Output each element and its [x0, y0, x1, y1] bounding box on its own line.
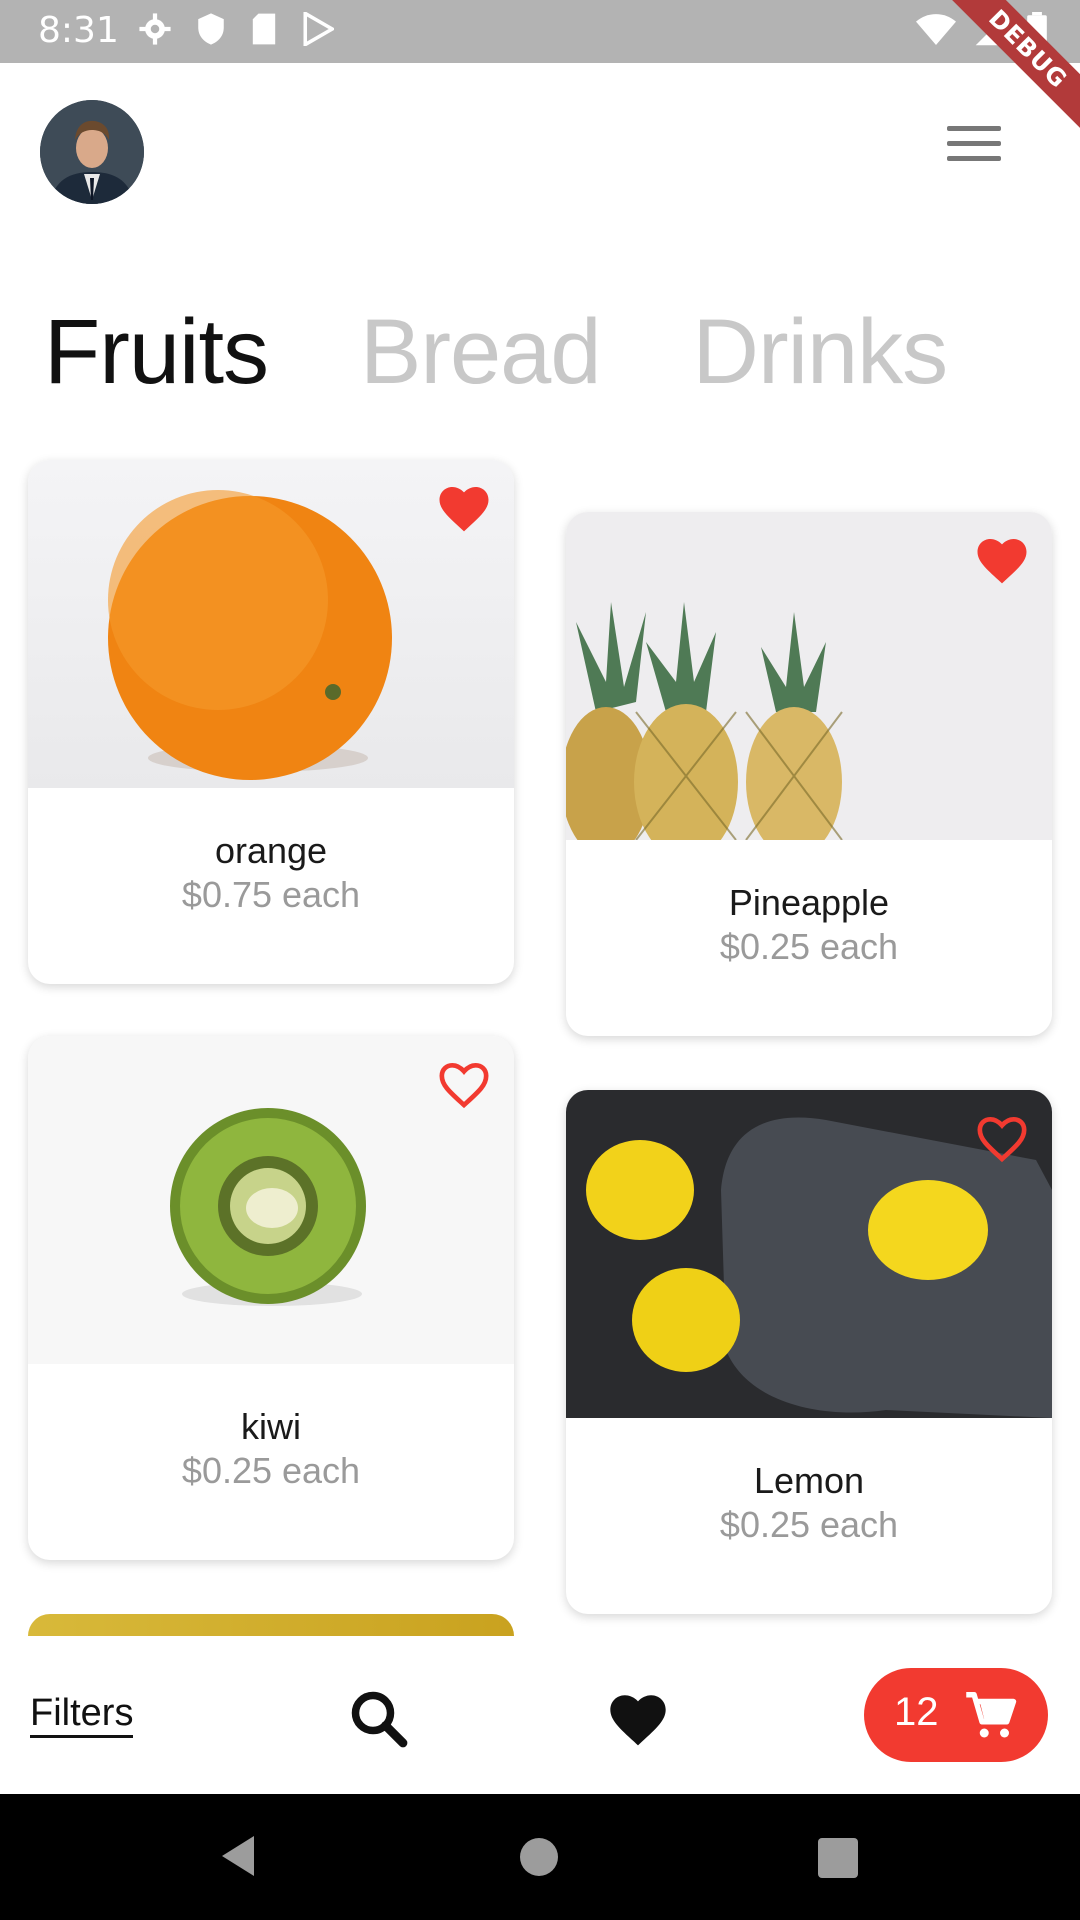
product-card-kiwi[interactable]: kiwi $0.25 each [28, 1036, 514, 1560]
wifi-icon [916, 14, 956, 45]
bottom-bar: Filters 12 [0, 1636, 1080, 1794]
product-info: orange $0.75 each [28, 788, 514, 984]
tab-drinks[interactable]: Drinks [693, 300, 949, 405]
cart-button[interactable]: 12 [864, 1668, 1048, 1762]
product-price: $0.25 each [719, 926, 899, 967]
product-info: Pineapple $0.25 each [566, 840, 1052, 1036]
product-card-orange[interactable]: orange $0.75 each [28, 460, 514, 984]
play-store-icon [303, 12, 334, 46]
product-name: Pineapple [728, 882, 890, 923]
favorite-heart-icon[interactable] [436, 482, 492, 534]
search-icon[interactable] [348, 1688, 408, 1748]
avatar-portrait [40, 100, 144, 204]
recent-apps-icon[interactable] [818, 1838, 858, 1878]
product-image-orange [28, 460, 514, 788]
favorite-heart-outline-icon[interactable] [436, 1058, 492, 1110]
product-price: $0.25 each [181, 1450, 361, 1491]
product-name: kiwi [241, 1406, 301, 1447]
status-time: 8:31 [38, 10, 119, 51]
favorites-heart-icon[interactable] [606, 1690, 670, 1748]
shopping-cart-icon [966, 1692, 1017, 1738]
back-icon[interactable] [218, 1834, 258, 1878]
product-image-lemon [566, 1090, 1052, 1418]
sd-card-icon [252, 13, 276, 45]
product-card-lemon[interactable]: Lemon $0.25 each [566, 1090, 1052, 1614]
user-avatar[interactable] [40, 100, 144, 204]
hamburger-menu-icon[interactable] [940, 126, 1008, 176]
settings-icon [139, 13, 171, 45]
product-image-pineapple [566, 512, 1052, 840]
product-name: Lemon [753, 1460, 865, 1501]
tab-bread[interactable]: Bread [360, 300, 601, 405]
home-icon[interactable] [520, 1838, 558, 1876]
cart-count: 12 [894, 1690, 939, 1734]
status-left-icons [138, 12, 334, 46]
product-price: $0.75 each [181, 874, 361, 915]
product-info: Lemon $0.25 each [566, 1418, 1052, 1614]
product-image-kiwi [28, 1036, 514, 1364]
tab-fruits[interactable]: Fruits [44, 300, 269, 405]
product-card-pineapple[interactable]: Pineapple $0.25 each [566, 512, 1052, 1036]
status-bar: 8:31 [0, 0, 1080, 63]
product-info: kiwi $0.25 each [28, 1364, 514, 1560]
shield-icon [198, 13, 224, 45]
category-tabs: Fruits Bread Drinks [44, 300, 949, 405]
product-price: $0.25 each [719, 1504, 899, 1545]
filters-link[interactable]: Filters [30, 1691, 134, 1738]
favorite-heart-outline-icon[interactable] [974, 1112, 1030, 1164]
system-nav-bar [0, 1794, 1080, 1920]
product-name: orange [214, 830, 328, 871]
favorite-heart-icon[interactable] [974, 534, 1030, 586]
